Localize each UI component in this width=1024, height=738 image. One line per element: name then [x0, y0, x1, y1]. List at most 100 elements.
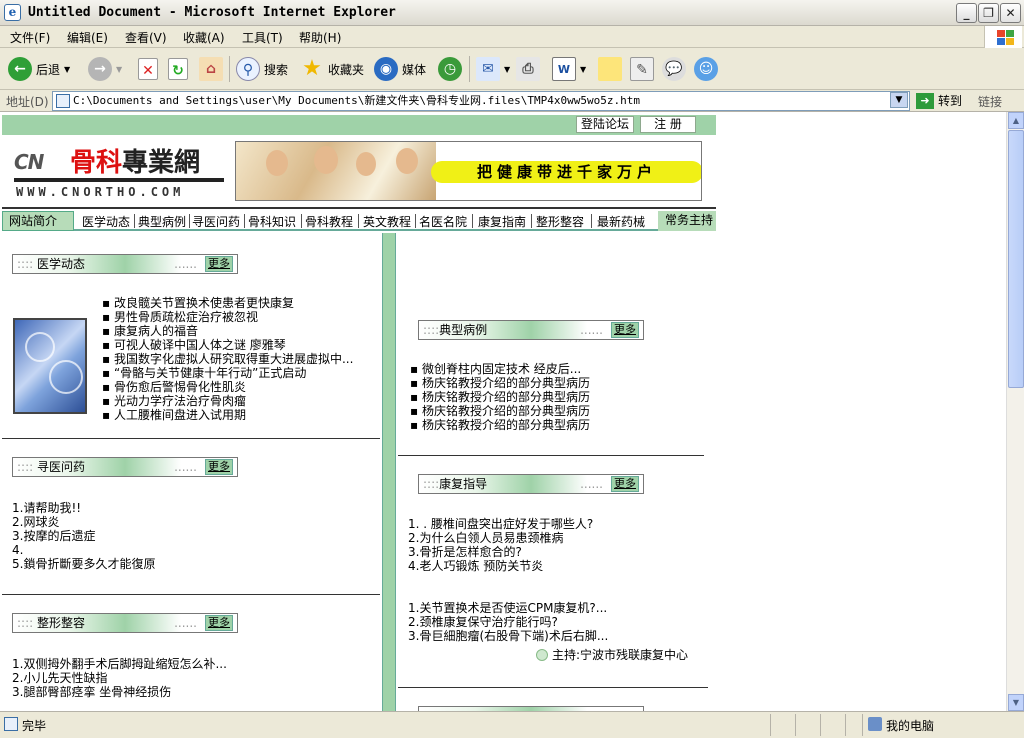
list-item[interactable]: ▪ 康复病人的福音: [102, 324, 353, 338]
list-item[interactable]: 3.按摩的后遗症: [12, 529, 155, 543]
register-button[interactable]: 注 册: [640, 116, 696, 133]
history-button[interactable]: ◷: [438, 56, 462, 82]
news-list: ▪ 改良髋关节置换术使患者更快康复 ▪ 男性骨质疏松症治疗被忽视 ▪ 康复病人的…: [102, 296, 353, 422]
list-item[interactable]: ▪ 杨庆铭教授介绍的部分典型病历: [410, 376, 590, 390]
list-item[interactable]: 2.为什么白领人员易患颈椎病: [408, 531, 593, 545]
refresh-button[interactable]: ↻: [168, 56, 188, 82]
computer-icon: [868, 717, 882, 731]
list-item[interactable]: ▪ 我国数字化虚拟人研究取得重大进展虚拟中...: [102, 352, 353, 366]
list-item[interactable]: ▪ 杨庆铭教授介绍的部分典型病历: [410, 404, 590, 418]
back-button[interactable]: ← 后退 ▼: [8, 56, 70, 82]
list-item[interactable]: ▪ 改良髋关节置换术使患者更快康复: [102, 296, 353, 310]
address-label: 地址(D): [6, 95, 49, 109]
more-link[interactable]: 更多: [205, 256, 233, 272]
list-item[interactable]: 1.请帮助我!!: [12, 501, 155, 515]
login-forum-button[interactable]: 登陆论坛: [576, 116, 634, 133]
chevron-down-icon[interactable]: ▼: [504, 65, 510, 74]
banner-ad[interactable]: 把健康带进千家万户: [235, 141, 702, 201]
more-link[interactable]: 更多: [611, 322, 639, 338]
vertical-scrollbar[interactable]: ▲ ▼: [1006, 112, 1024, 711]
menu-file[interactable]: 文件(F): [10, 29, 50, 46]
chevron-down-icon[interactable]: ▼: [580, 65, 586, 74]
list-item[interactable]: 1.双侧拇外翻手术后脚拇趾缩短怎么补...: [12, 657, 227, 671]
nav-item[interactable]: 整形整容: [536, 213, 584, 230]
menu-help[interactable]: 帮助(H): [299, 29, 341, 46]
maximize-button[interactable]: ❐: [978, 3, 999, 23]
messenger-people-icon: ☺: [694, 57, 718, 81]
section-title: 寻医问药: [37, 460, 86, 474]
nav-item[interactable]: 骨科教程: [305, 213, 353, 230]
list-item[interactable]: ▪ 骨伤愈后警惕骨化性肌炎: [102, 380, 353, 394]
close-button[interactable]: ✕: [1000, 3, 1021, 23]
go-button[interactable]: ➜ 转到: [916, 92, 962, 109]
list-item[interactable]: ▪ 男性骨质疏松症治疗被忽视: [102, 310, 353, 324]
mail-button[interactable]: ✉ ▼: [476, 56, 510, 82]
nav-item[interactable]: 医学动态: [82, 213, 130, 230]
home-icon: ⌂: [199, 57, 223, 81]
nav-item[interactable]: 寻医问药: [192, 213, 240, 230]
nav-item[interactable]: 名医名院: [419, 213, 467, 230]
nav-item[interactable]: 典型病例: [138, 213, 186, 230]
research-button[interactable]: ✎: [630, 56, 654, 82]
nav-moderator[interactable]: 常务主持: [658, 211, 716, 231]
list-item[interactable]: ▪ 光动力学疗法治疗骨肉瘤: [102, 394, 353, 408]
more-link[interactable]: 更多: [205, 615, 233, 631]
nav-item[interactable]: 英文教程: [363, 213, 411, 230]
media-button[interactable]: ◉ 媒体: [374, 56, 426, 82]
chevron-down-icon[interactable]: ▼: [116, 65, 122, 74]
discuss-button[interactable]: [598, 56, 622, 82]
chevron-down-icon[interactable]: ▼: [64, 65, 70, 74]
print-button[interactable]: ⎙: [516, 56, 540, 82]
nav-item[interactable]: 最新药械: [597, 213, 645, 230]
links-toolbar[interactable]: 链接: [978, 93, 1002, 110]
list-item[interactable]: 2.颈椎康复保守治疗能行吗?: [408, 615, 608, 629]
menu-tools[interactable]: 工具(T): [242, 29, 283, 46]
menu-edit[interactable]: 编辑(E): [67, 29, 108, 46]
address-input[interactable]: C:\Documents and Settings\user\My Docume…: [52, 91, 910, 111]
edit-button[interactable]: W ▼: [552, 56, 586, 82]
news-thumbnail[interactable]: [13, 318, 87, 414]
media-label: 媒体: [402, 62, 427, 77]
nav-site-intro[interactable]: 网站简介: [2, 211, 74, 231]
list-item[interactable]: 3.腿部臀部痉挛 坐骨神经损伤: [12, 685, 227, 699]
forward-button[interactable]: → ▼: [88, 56, 122, 82]
scroll-thumb[interactable]: [1008, 130, 1024, 388]
more-link[interactable]: 更多: [611, 476, 639, 492]
scroll-up-button[interactable]: ▲: [1008, 112, 1024, 129]
list-item[interactable]: ▪ 杨庆铭教授介绍的部分典型病历: [410, 418, 590, 432]
messenger-button[interactable]: ☺: [694, 56, 718, 82]
list-item[interactable]: 3.骨巨細胞瘤(右股骨下端)术后右脚...: [408, 629, 608, 643]
rehab-host: 主持:宁波市残联康复中心: [536, 646, 688, 663]
menu-view[interactable]: 查看(V): [125, 29, 167, 46]
list-item[interactable]: 4.老人巧锻炼 预防关节炎: [408, 559, 593, 573]
menu-favorites[interactable]: 收藏(A): [183, 29, 225, 46]
search-button[interactable]: ⚲ 搜索: [236, 56, 288, 82]
list-item[interactable]: 5.鎖骨折斷要多久才能復原: [12, 557, 155, 571]
list-item[interactable]: ▪ 人工腰椎间盘进入试用期: [102, 408, 353, 422]
favorites-button[interactable]: ★ 收藏夹: [300, 56, 364, 82]
status-text: 完毕: [22, 719, 47, 733]
more-link[interactable]: 更多: [205, 459, 233, 475]
list-item[interactable]: 2.小儿先天性缺指: [12, 671, 227, 685]
section-title: 医学动态: [37, 257, 86, 271]
list-item[interactable]: 1.关节置换术是否使运CPM康复机?...: [408, 601, 608, 615]
list-item[interactable]: 3.骨折是怎样愈合的?: [408, 545, 593, 559]
nav-item[interactable]: 康复指南: [478, 213, 526, 230]
nav-item[interactable]: 骨科知识: [248, 213, 296, 230]
list-item[interactable]: ▪ 微创脊柱内固定技术 经皮后...: [410, 362, 590, 376]
scroll-down-button[interactable]: ▼: [1008, 694, 1024, 711]
minimize-button[interactable]: _: [956, 3, 977, 23]
list-item[interactable]: 4.: [12, 543, 155, 557]
address-dropdown-button[interactable]: ▼: [890, 92, 908, 108]
home-button[interactable]: ⌂: [199, 56, 223, 82]
list-item[interactable]: ▪ “骨骼与关节健康十年行动”正式启动: [102, 366, 353, 380]
site-logo[interactable]: 骨科專業網: [70, 142, 200, 179]
list-item[interactable]: 1. . 腰椎间盘突出症好发于哪些人?: [408, 517, 593, 531]
logo-red-text: 骨科: [70, 148, 123, 178]
list-item[interactable]: ▪ 可视人破译中国人体之谜 廖雅琴: [102, 338, 353, 352]
stop-button[interactable]: ✕: [138, 56, 158, 82]
nav-divider: [2, 207, 716, 209]
list-item[interactable]: ▪ 杨庆铭教授介绍的部分典型病历: [410, 390, 590, 404]
list-item[interactable]: 2.网球炎: [12, 515, 155, 529]
messenger-chat-button[interactable]: 💬: [662, 56, 686, 82]
